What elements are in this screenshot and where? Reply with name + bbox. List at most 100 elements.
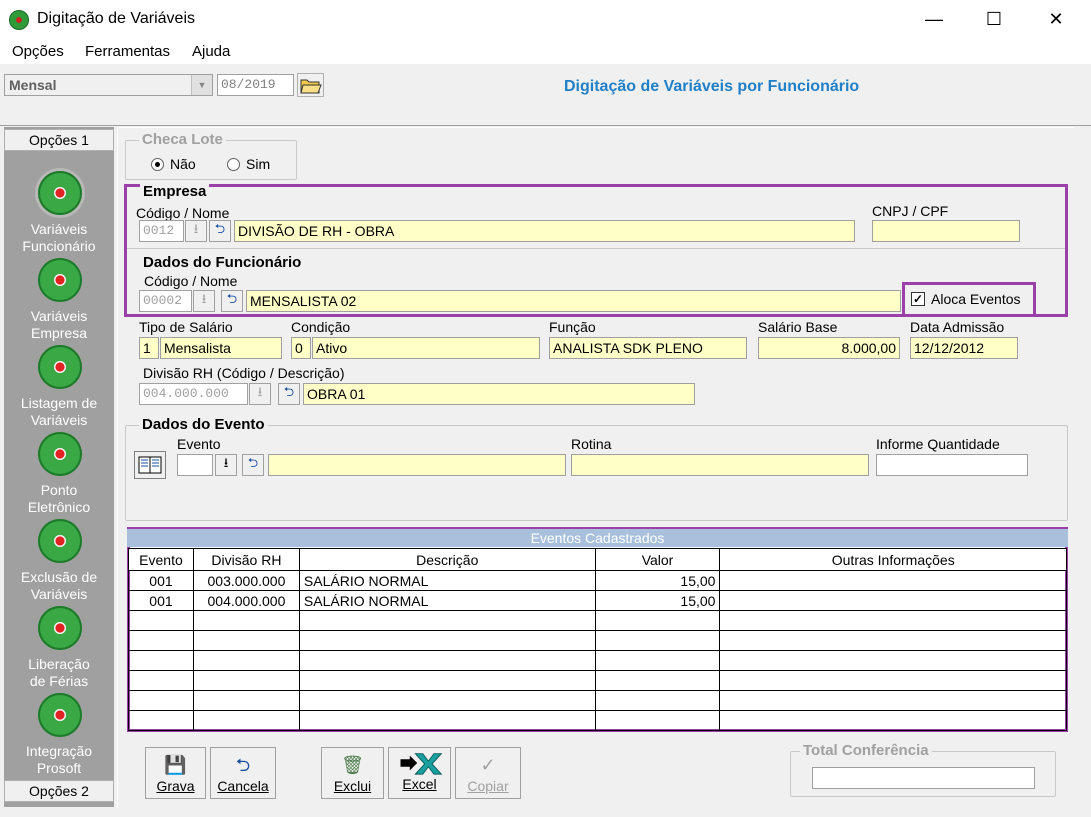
sidebar-item-integracao-prosoft[interactable]: Integração Prosoft <box>4 743 114 777</box>
copiar-button[interactable]: ✓ Copiar <box>455 747 521 799</box>
rotina-label: Rotina <box>571 436 612 452</box>
period-input[interactable]: 08/2019 <box>217 74 294 96</box>
close-button[interactable]: ✕ <box>1033 0 1079 38</box>
undo-icon: ⮌ <box>235 755 251 775</box>
sidebar-tab-opcoes-1[interactable]: Opções 1 <box>4 129 114 151</box>
sidebar-item-liberacao-ferias[interactable]: Liberação de Férias <box>4 656 114 690</box>
evento-code-input[interactable] <box>177 454 213 476</box>
sidebar-item-exclusao[interactable]: Exclusão de Variáveis <box>4 569 114 603</box>
evento-reset-button[interactable]: ⮌ <box>242 454 264 476</box>
column-header-divisao[interactable]: Divisão RH <box>192 548 300 571</box>
aloca-eventos-label: Aloca Eventos <box>931 291 1021 307</box>
column-header-valor[interactable]: Valor <box>594 548 721 571</box>
condicao-code: 0 <box>291 337 311 359</box>
period-type-select[interactable]: Mensal <box>4 74 213 96</box>
funcionario-search-button[interactable]: ⭳ <box>193 290 215 312</box>
open-folder-button[interactable] <box>297 73 324 97</box>
empresa-name-field[interactable]: DIVISÃO DE RH - OBRA <box>234 220 855 242</box>
cancela-button[interactable]: ⮌ Cancela <box>210 747 276 799</box>
column-header-outras[interactable]: Outras Informações <box>719 548 1067 571</box>
grava-button[interactable]: 💾 Grava <box>145 747 206 799</box>
menu-opcoes[interactable]: Opções <box>12 43 64 60</box>
cell-evento <box>128 630 194 651</box>
empresa-search-button[interactable]: ⭳ <box>185 220 207 242</box>
cell-evento <box>128 670 194 691</box>
cell-divisao <box>193 650 300 671</box>
column-header-evento[interactable]: Evento <box>128 548 194 571</box>
sidebar-item-ponto-eletronico[interactable]: Ponto Eletrônico <box>4 482 114 516</box>
divisao-reset-button[interactable]: ⮌ <box>278 383 300 405</box>
sidebar-item-label: Variáveis <box>30 221 88 237</box>
aloca-eventos-checkbox[interactable]: ✓ Aloca Eventos <box>911 291 1021 307</box>
cell-valor: 15,00 <box>595 570 721 591</box>
condicao-desc: Ativo <box>312 337 540 359</box>
table-row[interactable] <box>128 630 1067 651</box>
evento-desc-field <box>268 454 566 476</box>
cell-outras <box>719 670 1067 691</box>
evento-search-button[interactable]: ⭳ <box>215 454 237 476</box>
table-row[interactable] <box>128 690 1067 711</box>
listagem-icon[interactable] <box>38 345 82 389</box>
cell-outras <box>719 710 1067 731</box>
close-icon: ✕ <box>1048 8 1064 29</box>
divisao-search-button[interactable]: ⭳ <box>249 383 271 405</box>
sidebar-item-listagem[interactable]: Listagem de Variáveis <box>4 395 114 429</box>
checkbox-checked-icon[interactable]: ✓ <box>911 292 925 306</box>
table-row[interactable] <box>128 610 1067 631</box>
book-icon <box>138 456 162 474</box>
divisao-rh-code[interactable]: 004.000.000 <box>139 383 248 405</box>
cnpj-field[interactable] <box>872 220 1020 242</box>
integracao-prosoft-icon[interactable] <box>38 693 82 737</box>
sidebar-item-label: de Férias <box>29 673 89 689</box>
minimize-button[interactable]: — <box>911 0 957 38</box>
sidebar-item-variaveis-funcionario[interactable]: Variáveis Funcionário <box>4 221 114 255</box>
table-row[interactable] <box>128 650 1067 671</box>
exclusao-icon[interactable] <box>38 519 82 563</box>
cell-valor <box>595 650 721 671</box>
liberacao-ferias-icon[interactable] <box>38 606 82 650</box>
empresa-reset-button[interactable]: ⮌ <box>209 220 231 242</box>
menu-ferramentas[interactable]: Ferramentas <box>85 43 170 60</box>
radio-nao[interactable]: Não <box>151 156 196 172</box>
funcionario-reset-button[interactable]: ⮌ <box>221 290 243 312</box>
table-row[interactable]: 001 004.000.000 SALÁRIO NORMAL 15,00 <box>128 590 1067 611</box>
sidebar-tab-opcoes-2[interactable]: Opções 2 <box>4 780 114 802</box>
radio-sim[interactable]: Sim <box>227 156 270 172</box>
exclui-button[interactable]: 🗑 Exclui <box>321 747 384 799</box>
cell-valor <box>595 610 721 631</box>
sidebar-item-variaveis-empresa[interactable]: Variáveis Empresa <box>4 308 114 342</box>
undo-icon: ⮌ <box>247 455 259 470</box>
cnpj-label: CNPJ / CPF <box>872 203 949 219</box>
data-admissao-label: Data Admissão <box>910 319 1005 335</box>
table-row[interactable] <box>128 670 1067 691</box>
table-row[interactable]: 001 003.000.000 SALÁRIO NORMAL 15,00 <box>128 570 1067 591</box>
save-icon: 💾 <box>164 755 187 775</box>
funcionario-code-field[interactable]: 00002 <box>139 290 192 312</box>
event-book-button[interactable] <box>134 451 166 479</box>
funcionario-name-field[interactable]: MENSALISTA 02 <box>246 290 901 312</box>
variaveis-empresa-icon[interactable] <box>38 258 82 302</box>
rotina-field <box>571 454 869 476</box>
maximize-button[interactable]: ☐ <box>971 0 1017 38</box>
quantidade-input[interactable] <box>876 454 1028 476</box>
maximize-icon: ☐ <box>985 8 1003 29</box>
salario-base-label: Salário Base <box>758 319 838 335</box>
table-row[interactable] <box>128 710 1067 731</box>
column-header-descricao[interactable]: Descrição <box>298 548 596 571</box>
download-icon: ⭳ <box>223 455 229 470</box>
sidebar-item-label: Empresa <box>30 325 88 341</box>
salario-base-field: 8.000,00 <box>758 337 900 359</box>
evento-legend: Dados do Evento <box>139 416 268 433</box>
chevron-down-icon[interactable]: ▼ <box>191 75 212 95</box>
ponto-eletronico-icon[interactable] <box>38 432 82 476</box>
cell-descricao <box>299 670 596 691</box>
undo-icon: ⮌ <box>226 291 238 306</box>
excel-button[interactable]: Excel <box>388 747 451 799</box>
empresa-code-field[interactable]: 0012 <box>139 220 184 242</box>
cancela-label: Cancela <box>217 778 269 794</box>
radio-nao-dot[interactable] <box>151 157 164 171</box>
radio-sim-dot[interactable] <box>227 157 240 171</box>
cell-divisao <box>193 670 300 691</box>
variaveis-funcionario-icon[interactable] <box>38 171 82 215</box>
menu-ajuda[interactable]: Ajuda <box>192 43 230 60</box>
